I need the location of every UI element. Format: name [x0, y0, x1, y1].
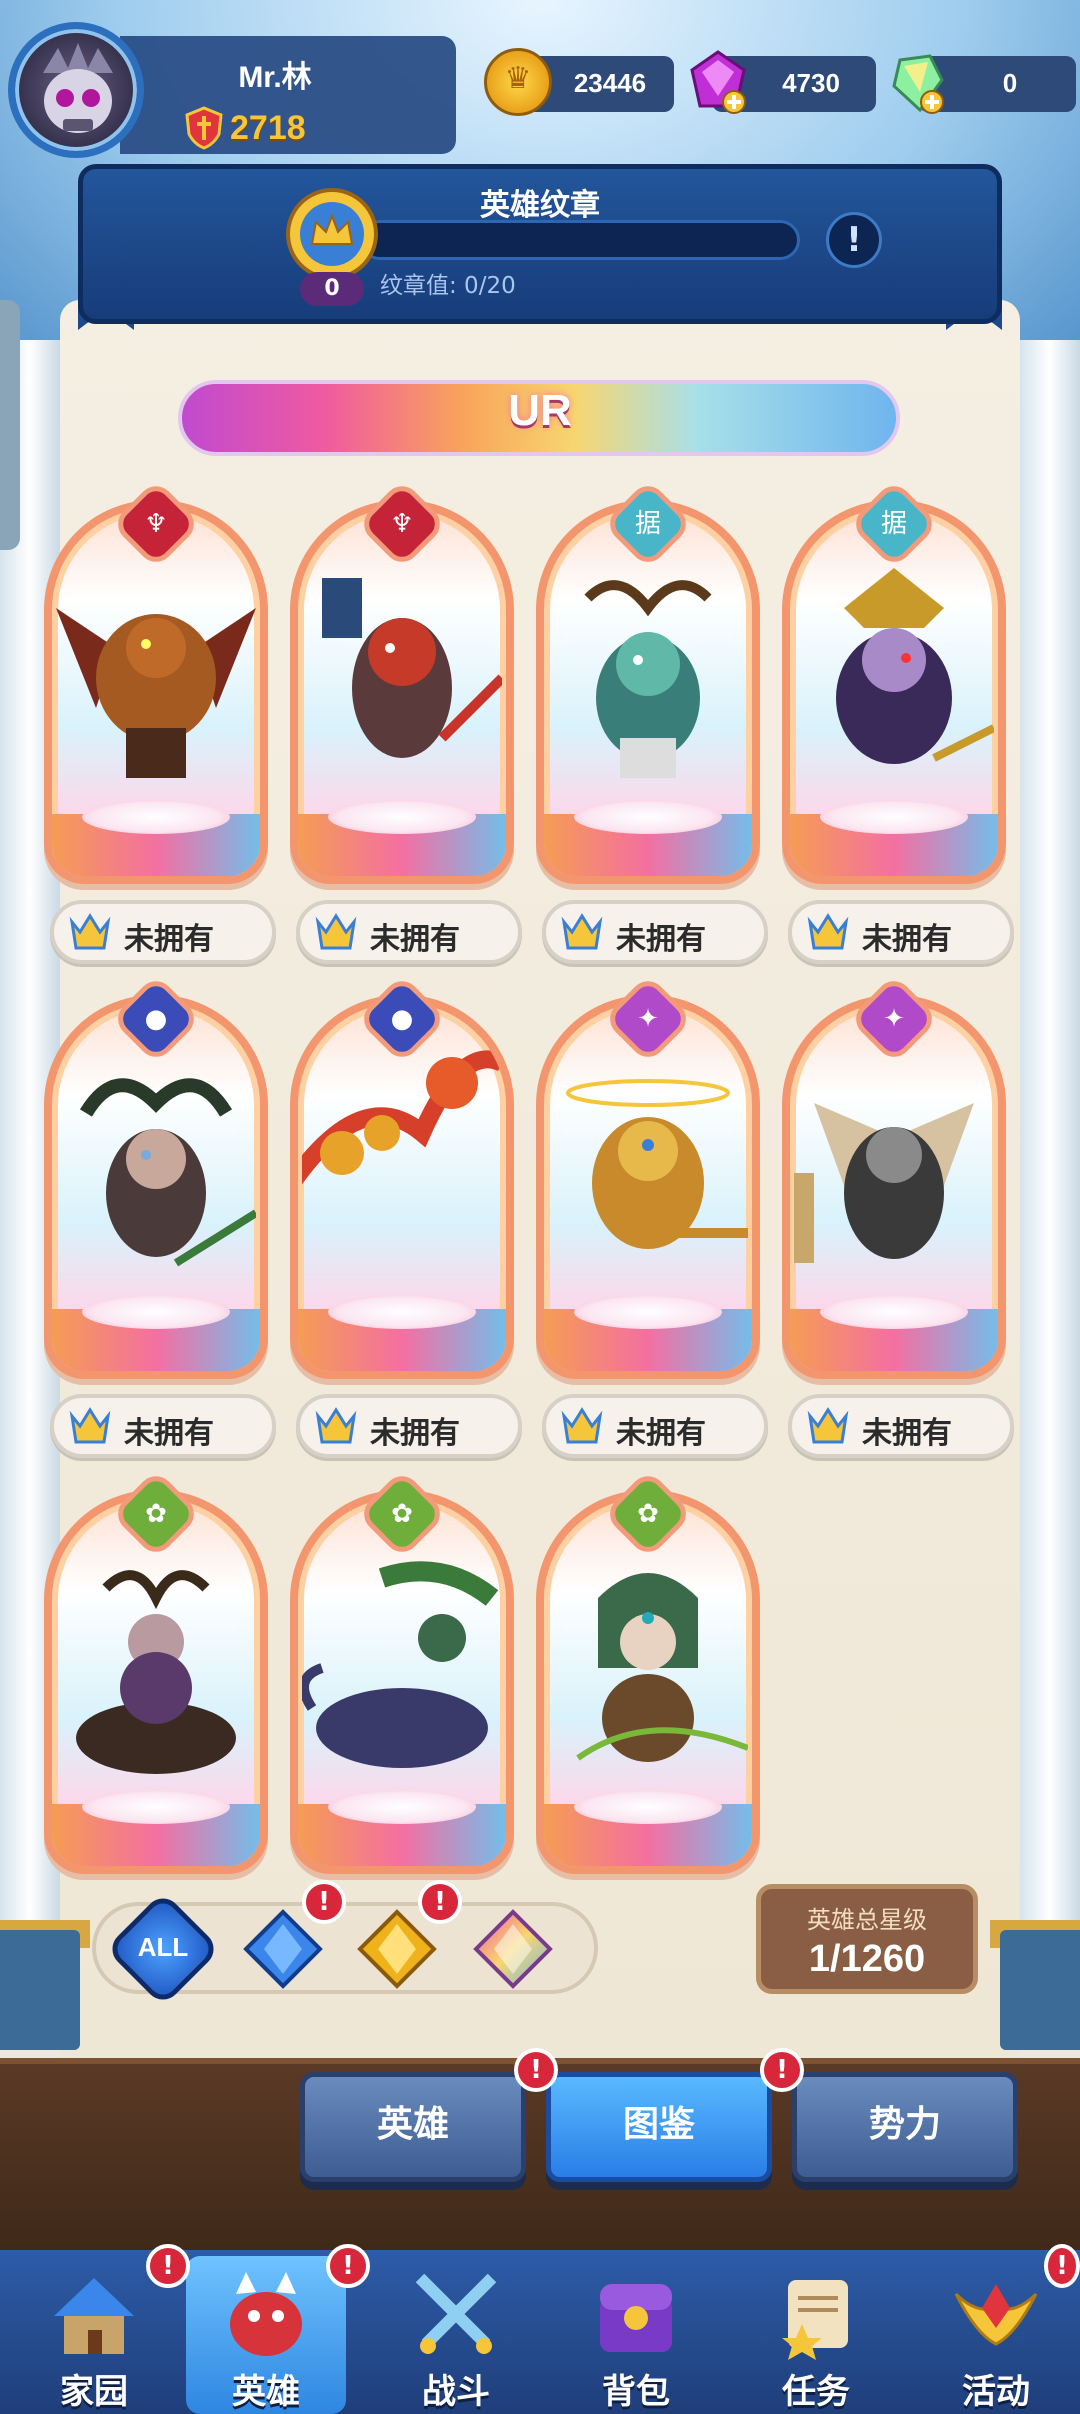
card-base-stripe: [544, 1804, 752, 1866]
player-name: Mr.林: [238, 61, 312, 94]
card-base-stripe: [298, 1309, 506, 1371]
home-castle-icon: [54, 2278, 134, 2354]
card-base-stripe: [52, 814, 260, 876]
crown-shield-icon: [561, 1407, 603, 1444]
card-base-stripe: [298, 814, 506, 876]
crossed-swords-icon: [415, 2273, 497, 2354]
tab-factions[interactable]: 势力: [792, 2072, 1018, 2182]
ownership-status: 未拥有: [296, 1394, 522, 1458]
badge-banner-title: 英雄纹章: [480, 188, 600, 223]
power-value: 2718: [230, 108, 306, 147]
right-pillar: [1020, 340, 1080, 2040]
red-orc-warrior-hero-art: [322, 578, 502, 758]
crown-shield-icon: [315, 1407, 357, 1444]
alert-badge: !: [418, 1880, 462, 1924]
ownership-status: 未拥有: [50, 1394, 276, 1458]
alert-badge: !: [760, 2048, 804, 2092]
rarity-label: UR: [508, 386, 572, 435]
card-base-stripe: [790, 1309, 998, 1371]
shield-power-icon: [185, 106, 223, 150]
ownership-status: 未拥有: [788, 1394, 1014, 1458]
crown-shield-icon: [315, 913, 357, 950]
crown-shield-icon: [807, 1407, 849, 1444]
teal-goblin-hero-art: [584, 580, 712, 778]
badge-level: 0: [300, 272, 364, 306]
alert-badge: !: [326, 2244, 370, 2288]
left-pillar-base: [0, 1930, 80, 2050]
elf-ranger-hero-art: [576, 1573, 748, 1762]
beast-rider-hero-art: [76, 1570, 236, 1774]
forest-dragon-hero-art: [302, 1561, 499, 1768]
total-stars-label: 英雄总星级: [807, 1906, 927, 1934]
card-base-stripe: [298, 1804, 506, 1866]
winged-demon-hero-art: [56, 608, 256, 778]
right-pillar-base: [1000, 1930, 1080, 2050]
rainbow-crystal-plus-icon[interactable]: [890, 52, 946, 114]
ownership-status: 未拥有: [50, 900, 276, 964]
alert-badge: !: [514, 2048, 558, 2092]
ownership-status: 未拥有: [542, 900, 768, 964]
player-avatar[interactable]: [8, 22, 144, 158]
filter-gold-gem-button[interactable]: [356, 1908, 438, 1990]
scroll-quest-icon: [782, 2280, 848, 2360]
winged-knight-hero-art: [794, 1103, 974, 1263]
purple-gem-plus-icon[interactable]: [690, 50, 746, 114]
card-base-stripe: [544, 814, 752, 876]
elf-queen-hero-art: [836, 568, 994, 764]
alert-badge: !: [146, 2244, 190, 2288]
side-drawer-handle[interactable]: [0, 300, 20, 550]
gem-value: 4730: [782, 68, 840, 98]
nav-battle[interactable]: 战斗: [376, 2256, 536, 2414]
ownership-status: 未拥有: [296, 900, 522, 964]
tab-heroes[interactable]: 英雄: [300, 2072, 526, 2182]
crown-shield-icon: [561, 913, 603, 950]
card-base-stripe: [52, 1804, 260, 1866]
filter-all-button[interactable]: ALL: [105, 1891, 221, 2007]
backpack-chest-icon: [600, 2284, 672, 2352]
crown-shield-icon: [69, 913, 111, 950]
crown-shield-icon: [69, 1407, 111, 1444]
ownership-status: 未拥有: [788, 900, 1014, 964]
nav-heroes[interactable]: 英雄: [186, 2256, 346, 2414]
crystal-value: 0: [1002, 68, 1018, 98]
card-base-stripe: [52, 1309, 260, 1371]
nav-quests[interactable]: 任务: [736, 2256, 896, 2414]
skull-knight-icon: [43, 43, 113, 133]
ownership-status: 未拥有: [542, 1394, 768, 1458]
nav-backpack[interactable]: 背包: [556, 2256, 716, 2414]
power-display: 2718: [184, 106, 384, 150]
alert-badge: !: [302, 1880, 346, 1924]
gold-coin-icon: ♛: [484, 48, 552, 116]
hero-demon-icon: [230, 2272, 302, 2356]
total-stars-value: 1/1260: [808, 1938, 926, 1980]
alert-badge: !: [1044, 2244, 1080, 2288]
medusa-archer-hero-art: [79, 1078, 256, 1267]
card-base-stripe: [544, 1309, 752, 1371]
fire-phoenix-hero-art: [302, 1050, 502, 1185]
badge-info-button[interactable]: !: [826, 212, 882, 268]
tab-codex[interactable]: 图鉴: [546, 2072, 772, 2182]
crown-shield-icon: [807, 913, 849, 950]
card-base-stripe: [790, 814, 998, 876]
badge-progress-bar: [360, 220, 800, 260]
event-wings-icon: [954, 2284, 1038, 2346]
badge-value-text: 纹章值: 0/20: [380, 273, 516, 299]
golden-paladin-hero-art: [566, 1079, 748, 1249]
gold-value: 23446: [573, 68, 647, 98]
filter-rainbow-gem-button[interactable]: [472, 1908, 554, 1990]
